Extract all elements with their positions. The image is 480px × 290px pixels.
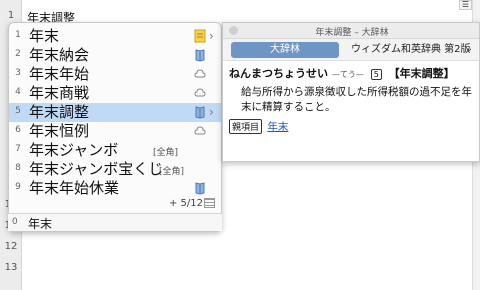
candidate-tag: [全角] xyxy=(159,167,185,177)
book-icon xyxy=(195,106,205,119)
chevron-down-icon[interactable]: ⌄ xyxy=(465,43,473,54)
xref-label: 親項目 xyxy=(229,119,263,134)
entry-headword-line: ねんまつちょうせい —てう— 5 【年末調整】 xyxy=(229,65,455,81)
page-count: + 5/12 xyxy=(169,198,204,209)
candidate-number: 5 xyxy=(15,106,21,116)
accent-badge: 5 xyxy=(370,69,382,80)
input-text[interactable]: 年末 xyxy=(28,215,52,232)
dictionary-title: 年末調整 – 大辞林 xyxy=(315,28,389,38)
candidate-number: 9 xyxy=(15,182,21,192)
candidate-number: 1 xyxy=(15,30,21,40)
chevron-right-icon[interactable]: › xyxy=(209,105,214,119)
candidate-text: 年末ジャンボ xyxy=(29,141,119,159)
list-icon[interactable]: ☰ xyxy=(459,0,472,10)
dictionary-panel: 年末調整 – 大辞林 大辞林 ウィズダム和英辞典 第2版 ⌄ ねんまつちょうせい… xyxy=(222,22,480,162)
candidate-text: 年末 xyxy=(29,27,60,45)
candidate-item[interactable]: 7 年末ジャンボ [全角] xyxy=(9,141,221,160)
book-icon xyxy=(195,182,205,195)
candidate-item[interactable]: 8 年末ジャンボ宝くじ [全角] xyxy=(9,160,221,179)
candidate-number: 4 xyxy=(15,87,21,97)
cloud-icon xyxy=(194,69,206,78)
candidate-text: 年末恒例 xyxy=(29,122,90,140)
candidate-tag: [全角] xyxy=(153,148,179,158)
headword-sub: —てう— xyxy=(331,70,364,79)
candidate-text: 年末商戦 xyxy=(29,84,90,102)
candidate-item[interactable]: 3 年末年始 xyxy=(9,65,221,84)
candidate-number: 6 xyxy=(15,125,21,135)
candidate-item[interactable]: 6 年末恒例 xyxy=(9,122,221,141)
candidate-item[interactable]: 4 年末商戦 xyxy=(9,84,221,103)
entry-definition: 給与所得から源泉徴収した所得税額の過不足を年末に精算すること。 xyxy=(241,86,472,113)
line-number: 12 xyxy=(4,241,18,252)
note-icon xyxy=(194,29,206,43)
grid-icon[interactable] xyxy=(204,198,215,208)
line-number: 13 xyxy=(4,262,18,273)
candidate-window: 1 年末 › 2 年末納会 3 年末年始 4 年末商戦 5 年末調整 › 6 年… xyxy=(8,22,222,232)
tab-wisdom[interactable]: ウィズダム和英辞典 第2版 xyxy=(351,42,471,58)
headword: ねんまつちょうせい xyxy=(229,67,328,80)
cloud-icon xyxy=(194,88,206,97)
input-line[interactable]: 0 年末 xyxy=(8,213,222,231)
candidate-number: 2 xyxy=(15,49,21,59)
dictionary-titlebar[interactable]: 年末調整 – 大辞林 xyxy=(223,23,479,39)
cloud-icon xyxy=(194,126,206,135)
candidate-item[interactable]: 2 年末納会 xyxy=(9,46,221,65)
tab-daijirin[interactable]: 大辞林 xyxy=(231,42,339,58)
candidate-item-selected[interactable]: 5 年末調整 › xyxy=(9,103,221,122)
book-icon xyxy=(195,49,205,62)
candidate-item[interactable]: 1 年末 › xyxy=(9,27,221,46)
cross-reference: 親項目 年末 xyxy=(229,119,288,134)
input-number: 0 xyxy=(12,217,18,227)
candidate-text: 年末ジャンボ宝くじ xyxy=(29,160,164,178)
line-number: 1 xyxy=(7,10,15,21)
candidate-text: 年末調整 xyxy=(29,103,90,121)
candidate-text: 年末年始 xyxy=(29,65,90,83)
candidate-number: 3 xyxy=(15,68,21,78)
chevron-right-icon[interactable]: › xyxy=(209,29,214,43)
xref-link[interactable]: 年末 xyxy=(267,121,288,133)
dictionary-tabs: 大辞林 ウィズダム和英辞典 第2版 ⌄ xyxy=(223,39,479,61)
candidate-footer: + 5/12 xyxy=(9,194,221,214)
candidate-text: 年末納会 xyxy=(29,46,90,64)
candidate-number: 7 xyxy=(15,144,21,154)
headword-kanji: 【年末調整】 xyxy=(388,67,455,80)
candidate-number: 8 xyxy=(15,163,21,173)
